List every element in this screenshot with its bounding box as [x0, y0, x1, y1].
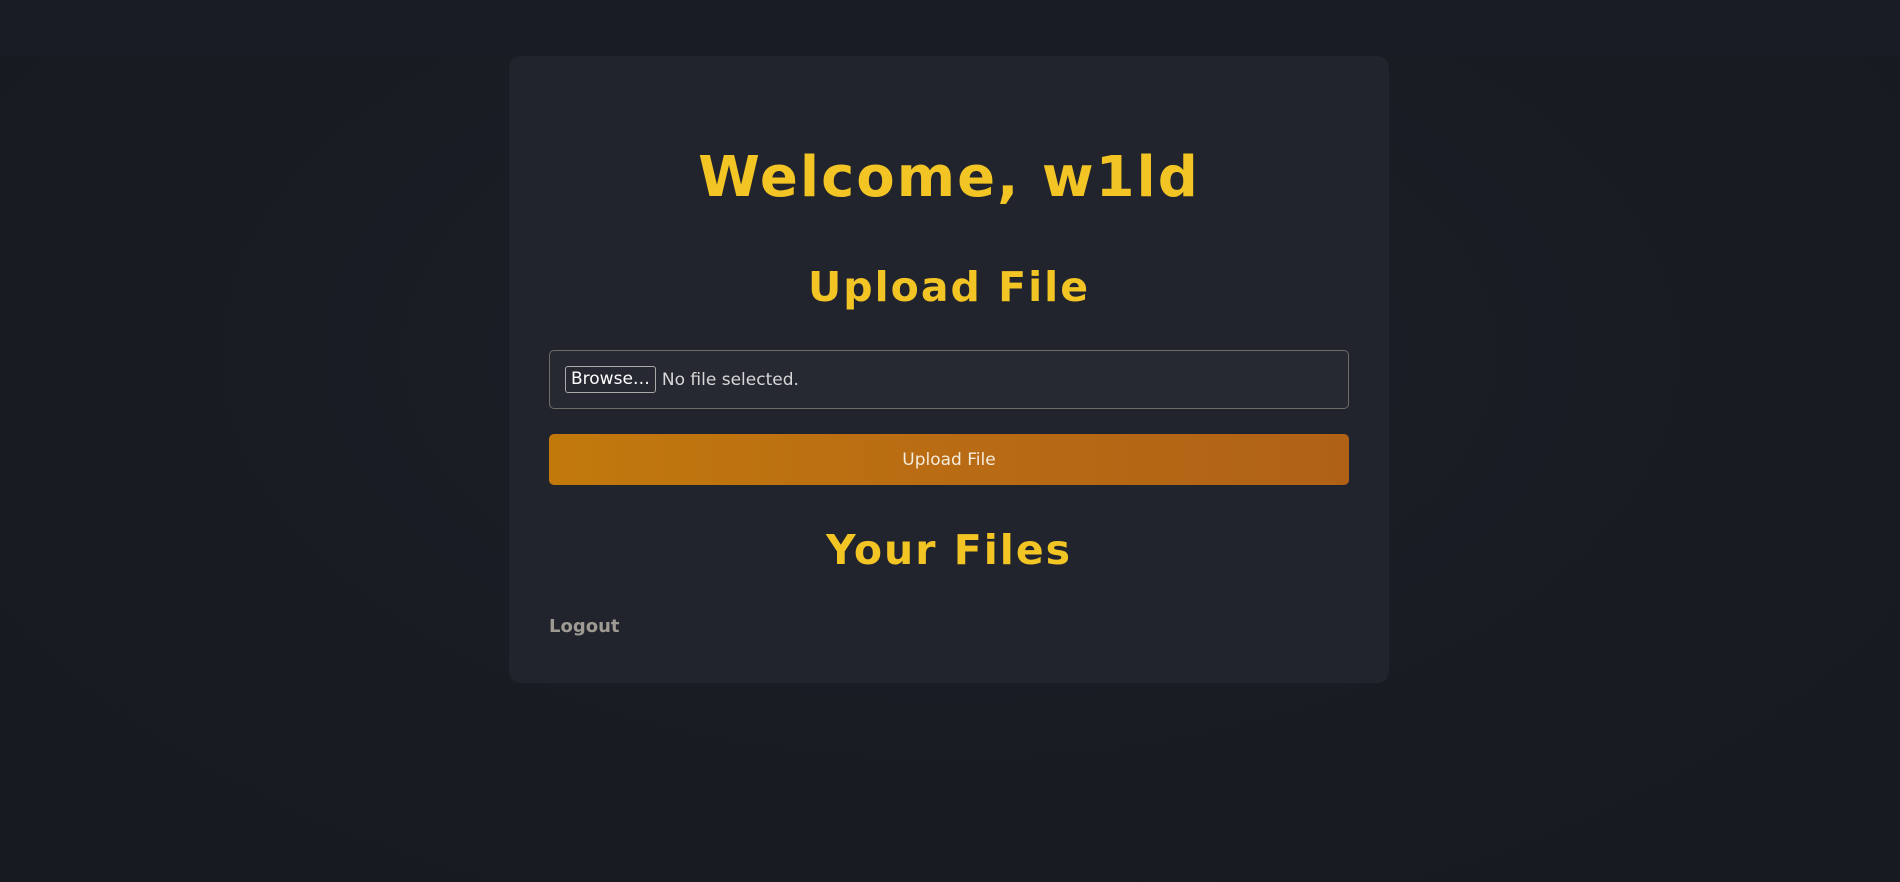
file-input[interactable]: Browse… No file selected. [549, 350, 1349, 409]
welcome-title: Welcome, w1ld [698, 145, 1200, 210]
upload-file-heading: Upload File [807, 263, 1091, 311]
upload-file-button[interactable]: Upload File [549, 434, 1349, 485]
your-files-heading: Your Files [825, 526, 1073, 574]
dashboard-card: Welcome, w1ld Upload File Browse… No fil… [509, 56, 1389, 683]
logout-link[interactable]: Logout [549, 616, 620, 637]
top-band [0, 0, 1900, 56]
browse-button[interactable]: Browse… [565, 366, 656, 393]
file-status-text: No file selected. [661, 369, 799, 390]
